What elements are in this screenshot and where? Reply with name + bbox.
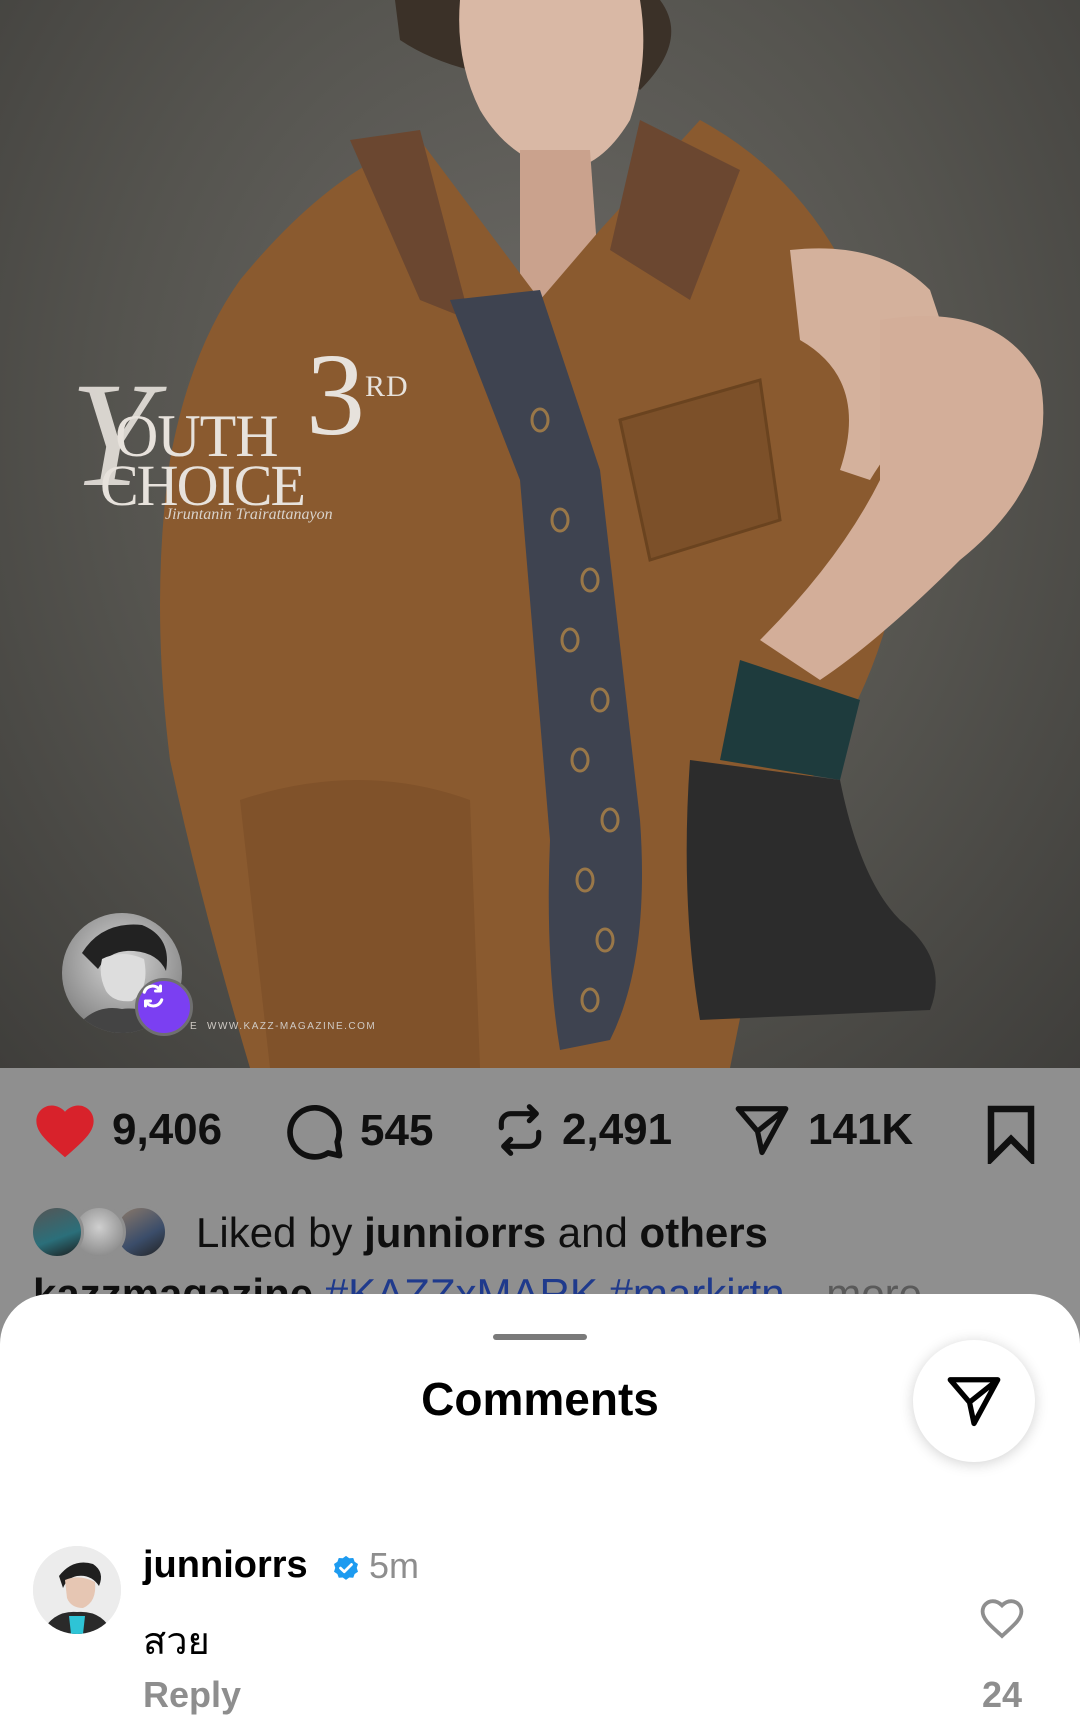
post-image[interactable]: Y OUTH CHOICE 3 RD Jiruntanin Trairattan…	[0, 0, 1080, 1068]
repost-badge	[135, 978, 193, 1036]
comment-action[interactable]: 545	[284, 1100, 433, 1162]
web-credit-prefix: E	[190, 1021, 197, 1032]
comment-timestamp: 5m	[369, 1545, 420, 1586]
like-count: 9,406	[112, 1105, 223, 1154]
share-action[interactable]: 141K	[730, 1100, 913, 1160]
repost-icon	[142, 984, 164, 1008]
heart-filled-icon	[36, 1105, 94, 1158]
cover-signature: Jiruntanin Trairattanayon	[165, 506, 333, 523]
cover-logo-number: 3	[306, 329, 365, 460]
liked-avatar	[30, 1205, 84, 1259]
comments-sheet: Comments junniorrs 5m สวย Reply 24	[0, 1294, 1080, 1729]
web-credit: WWW.KAZZ-MAGAZINE.COM	[207, 1021, 377, 1032]
commenter-avatar-image	[33, 1546, 121, 1634]
send-icon	[947, 1377, 1001, 1427]
comment-like-count: 24	[981, 1674, 1023, 1715]
comment-username[interactable]: junniorrs	[143, 1544, 308, 1587]
save-button[interactable]	[985, 1104, 1037, 1169]
liked-by-avatars	[30, 1205, 180, 1261]
comment-bubble-icon	[287, 1104, 343, 1160]
reply-button[interactable]: Reply	[143, 1674, 241, 1716]
repost-count: 2,491	[562, 1105, 673, 1154]
sheet-grabber[interactable]	[493, 1334, 587, 1340]
share-count: 141K	[808, 1105, 914, 1154]
liked-by-user[interactable]: junniorrs	[364, 1209, 546, 1256]
post-photo-illustration	[160, 0, 1044, 1068]
comment-like-button[interactable]	[978, 1596, 1026, 1645]
commenter-avatar[interactable]	[33, 1546, 121, 1634]
heart-outline-icon	[980, 1599, 1024, 1639]
liked-by-others[interactable]: others	[640, 1209, 768, 1256]
comment-count: 545	[360, 1106, 434, 1155]
liked-by-text: Liked by junniorrs and others	[196, 1209, 768, 1257]
share-button[interactable]	[913, 1340, 1035, 1462]
bookmark-icon	[987, 1105, 1035, 1167]
like-action[interactable]: 9,406	[32, 1100, 222, 1160]
repost-action[interactable]: 2,491	[492, 1100, 672, 1160]
liked-by-prefix: Liked by	[196, 1209, 365, 1256]
liked-by-middle: and	[546, 1209, 640, 1256]
send-icon	[735, 1106, 789, 1156]
repost-arrows-icon	[498, 1104, 542, 1156]
cover-logo-suffix: RD	[365, 370, 409, 403]
verified-badge-icon	[334, 1555, 358, 1580]
liked-by-row[interactable]: Liked by junniorrs and others	[30, 1203, 768, 1263]
comment-text: สวย	[143, 1621, 210, 1663]
